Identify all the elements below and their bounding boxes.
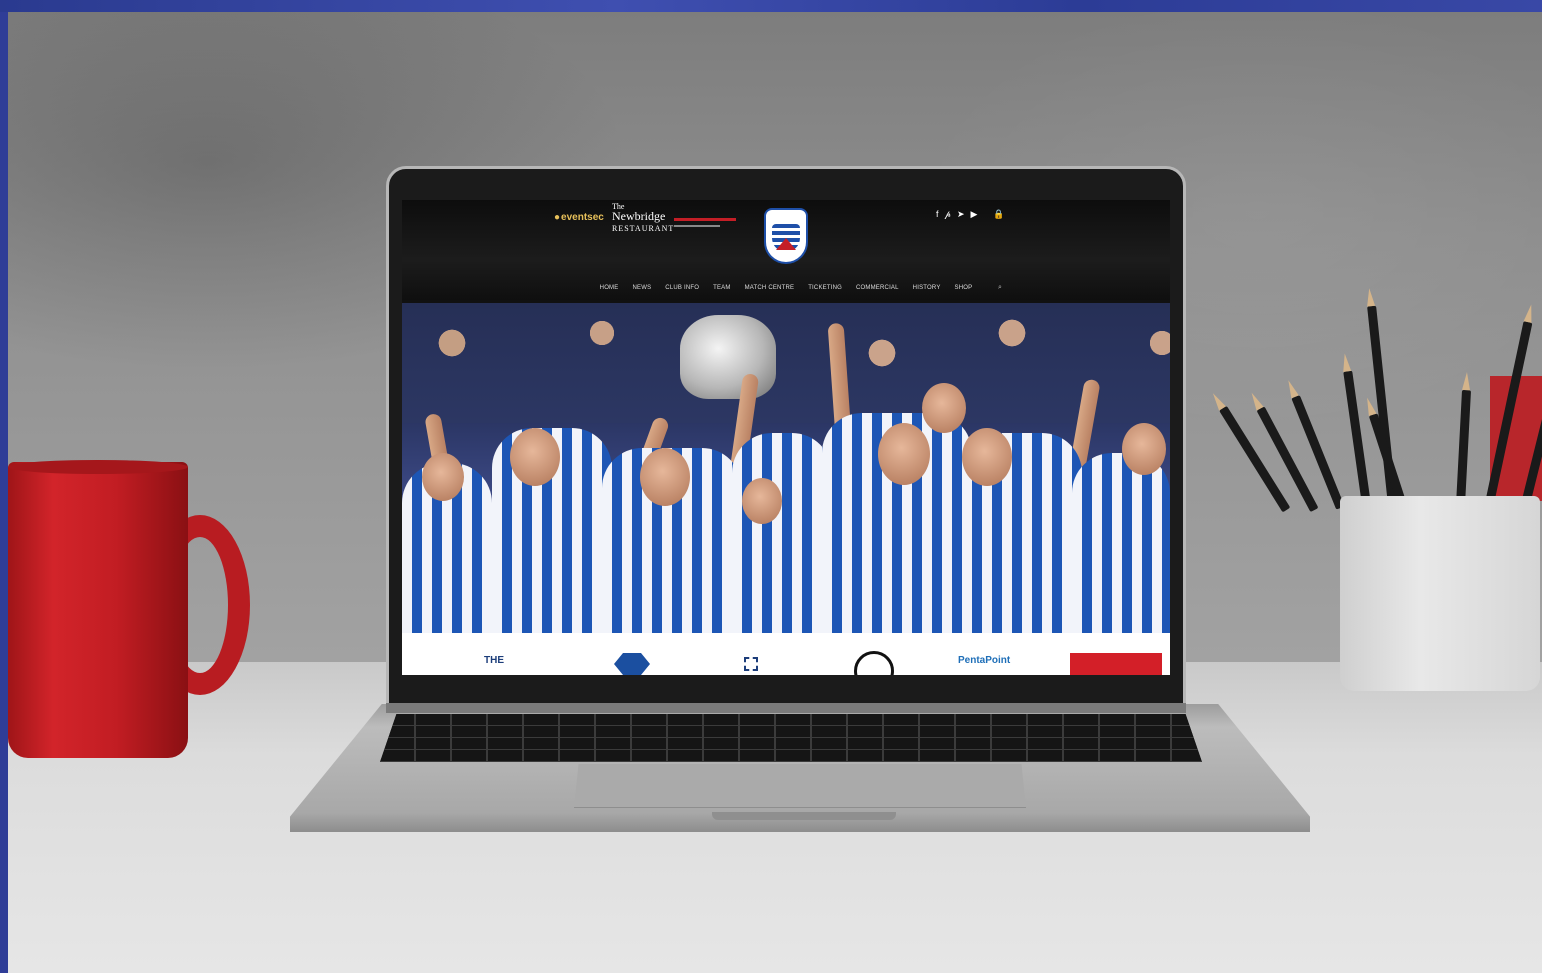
sponsor-grey-logo	[674, 225, 720, 227]
sponsor-red-logo[interactable]	[674, 218, 736, 221]
lock-icon[interactable]: 🔒	[993, 209, 1004, 220]
newbridge-restaurant: RESTAURANT	[612, 224, 675, 233]
player-head	[878, 423, 930, 485]
pinterest-icon[interactable]: 𝓅	[945, 209, 951, 220]
player-head	[510, 428, 560, 486]
trophy	[680, 315, 776, 399]
keyboard	[380, 714, 1202, 762]
sponsor-hex-logo[interactable]	[614, 653, 650, 675]
nav-history[interactable]: HISTORY	[913, 282, 941, 300]
player-head	[962, 428, 1012, 486]
search-icon[interactable]: ⌕	[998, 284, 1002, 292]
social-links: f 𝓅 ➤ ▶ 🔒	[936, 209, 1005, 220]
youtube-icon[interactable]: ▶	[970, 209, 977, 220]
nav-match-centre[interactable]: MATCH CENTRE	[745, 282, 795, 300]
player-head	[422, 453, 464, 501]
pencil-holder	[1340, 496, 1540, 691]
main-nav: HOME NEWS CLUB INFO TEAM MATCH CENTRE TI…	[402, 282, 1170, 300]
nav-commercial[interactable]: COMMERCIAL	[856, 282, 899, 300]
newbridge-name: Newbridge	[612, 209, 666, 223]
hero-photo	[402, 303, 1170, 633]
laptop-hinge	[386, 703, 1186, 713]
facebook-icon[interactable]: f	[936, 209, 939, 220]
sponsor-newbridge-logo[interactable]: The Newbridge RESTAURANT	[612, 202, 674, 233]
sponsor-eventsec-logo[interactable]: eventsec	[554, 212, 604, 223]
red-mug	[8, 462, 188, 758]
crowd-background	[402, 303, 1170, 423]
laptop-screen: eventsec The Newbridge RESTAURANT f 𝓅 ➤ …	[402, 200, 1170, 675]
player-head	[1122, 423, 1166, 475]
laptop-front-lip	[712, 812, 896, 820]
club-crest-logo[interactable]	[764, 208, 808, 264]
nav-home[interactable]: HOME	[600, 282, 619, 300]
sponsor-the-logo[interactable]: THE	[484, 655, 504, 666]
twitter-icon[interactable]: ➤	[957, 209, 965, 220]
mug-rim	[8, 460, 188, 474]
nav-club-info[interactable]: CLUB INFO	[665, 282, 699, 300]
nav-news[interactable]: NEWS	[632, 282, 651, 300]
nav-ticketing[interactable]: TICKETING	[808, 282, 842, 300]
trackpad	[574, 764, 1026, 808]
top-band	[0, 0, 1542, 12]
player-head	[742, 478, 782, 524]
left-band	[0, 12, 8, 973]
player-head	[640, 448, 690, 506]
sponsor-mark-logo[interactable]	[744, 657, 758, 671]
nav-shop[interactable]: SHOP	[955, 282, 973, 300]
sponsor-circle-logo[interactable]	[854, 651, 894, 675]
sponsor-pentapoint-logo[interactable]: PentaPoint	[958, 655, 1010, 666]
sponsor-red-logo[interactable]	[1070, 653, 1162, 675]
player	[1072, 453, 1170, 633]
nav-team[interactable]: TEAM	[713, 282, 730, 300]
site-header: eventsec The Newbridge RESTAURANT f 𝓅 ➤ …	[402, 200, 1170, 300]
player	[732, 433, 832, 633]
player-head	[922, 383, 966, 433]
sponsor-strip: THE PentaPoint	[402, 633, 1170, 675]
